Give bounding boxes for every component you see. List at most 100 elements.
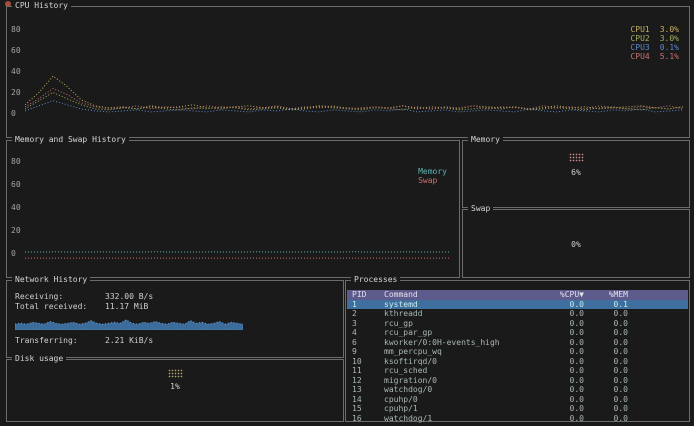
legend-label: CPU2 xyxy=(630,34,649,43)
command-cell: migration/0 xyxy=(384,376,534,386)
memory-swap-legend: Memory Swap xyxy=(418,167,447,185)
table-row[interactable]: 9mm_percpu_wq0.00.0 xyxy=(347,347,688,357)
cpu-cell: 0.0 xyxy=(538,414,584,424)
cpu-cell: 0.0 xyxy=(538,328,584,338)
y-axis-tick: 40 xyxy=(11,67,21,76)
legend-value: 0.1% xyxy=(660,43,679,52)
pid: 10 xyxy=(352,357,380,367)
memory-gauge-icon xyxy=(569,153,584,162)
y-axis-tick: 20 xyxy=(11,88,21,97)
cpu-cell: 0.0 xyxy=(538,366,584,376)
y-axis-tick: 40 xyxy=(11,203,21,212)
table-row[interactable]: 2 kthreadd 0.0 0.0 xyxy=(347,309,688,319)
command-cell: watchdog/0 xyxy=(384,385,534,395)
table-row[interactable]: 4rcu_par_gp0.00.0 xyxy=(347,328,688,338)
legend-value: 5.1% xyxy=(660,52,679,61)
pid: 9 xyxy=(352,347,380,357)
cpu-cell: 0.0 xyxy=(538,385,584,395)
total-received-label: Total received: xyxy=(15,302,105,311)
y-axis-tick: 60 xyxy=(11,46,21,55)
header-command[interactable]: Command xyxy=(384,290,534,300)
processes-panel: Processes PID Command %CPU▼ %MEM 1system… xyxy=(345,280,690,422)
command-cell: kthreadd xyxy=(384,309,534,319)
table-row[interactable]: 14cpuhp/00.00.0 xyxy=(347,395,688,405)
disk-gauge-icon xyxy=(168,369,183,378)
header-mem[interactable]: %MEM xyxy=(588,290,628,300)
table-row[interactable]: 11rcu_sched0.00.0 xyxy=(347,366,688,376)
legend-label: Memory xyxy=(418,167,447,176)
total-received-value: 11.17 MiB xyxy=(105,302,148,311)
disk-usage-panel: Disk usage 1% xyxy=(6,359,344,422)
process-table: PID Command %CPU▼ %MEM 1systemd0.00.12kt… xyxy=(347,290,688,423)
mem-cell: 0.0 xyxy=(588,414,628,424)
receiving-label: Receiving: xyxy=(15,292,105,301)
mem-cell: 0.0 xyxy=(588,328,628,338)
mem-cell: 0.0 xyxy=(588,366,628,376)
panel-title: Processes xyxy=(351,275,400,284)
header-pid[interactable]: PID xyxy=(352,290,380,300)
table-row[interactable]: 15cpuhp/10.00.0 xyxy=(347,404,688,414)
mem-cell: 0.0 xyxy=(588,319,628,329)
panel-title: Swap xyxy=(468,204,493,213)
mem-cell: 0.0 xyxy=(588,338,628,348)
command-cell: systemd xyxy=(384,300,534,310)
network-sparkline-chart xyxy=(15,313,243,330)
legend-value: 3.0% xyxy=(660,34,679,43)
system-monitor-screen: CPU History 80 60 40 20 0 CPU13.0% CPU23… xyxy=(0,0,694,426)
table-row[interactable]: 1 systemd 0.0 0.1 xyxy=(347,300,688,310)
table-row[interactable]: 12migration/00.00.0 xyxy=(347,376,688,386)
command-cell: rcu_sched xyxy=(384,366,534,376)
y-axis-tick: 80 xyxy=(11,25,21,34)
panel-title: Memory xyxy=(468,135,503,144)
table-row[interactable]: 16watchdog/10.00.0 xyxy=(347,414,688,424)
memory-gauge-panel: Memory 6% xyxy=(462,140,690,208)
cpu-cell: 0.0 xyxy=(538,319,584,329)
pid: 12 xyxy=(352,376,380,386)
pid: 2 xyxy=(352,309,380,319)
mem-cell: 0.0 xyxy=(588,347,628,357)
header-cpu-sort[interactable]: %CPU▼ xyxy=(538,290,584,300)
swap-usage-value: 0% xyxy=(463,240,689,249)
panel-title: Memory and Swap History xyxy=(12,135,129,144)
table-row[interactable]: 10ksoftirqd/00.00.0 xyxy=(347,357,688,367)
mem-cell: 0.0 xyxy=(588,357,628,367)
pid: 6 xyxy=(352,338,380,348)
mem-cell: 0.0 xyxy=(588,309,628,319)
pid: 15 xyxy=(352,404,380,414)
table-row[interactable]: 3rcu_gp0.00.0 xyxy=(347,319,688,329)
panel-title: Network History xyxy=(12,275,90,284)
table-row[interactable]: 13 watchdog/0 0.0 0.0 xyxy=(347,385,688,395)
pid: 1 xyxy=(352,300,380,310)
y-axis-tick: 20 xyxy=(11,226,21,235)
cpu-cell: 0.0 xyxy=(538,357,584,367)
mem-cell: 0.1 xyxy=(588,300,628,310)
process-rows: 1systemd0.00.12kthreadd0.00.03rcu_gp0.00… xyxy=(347,300,688,424)
cpu-history-panel: CPU History 80 60 40 20 0 CPU13.0% CPU23… xyxy=(6,6,690,138)
panel-title: Disk usage xyxy=(12,354,66,363)
pid: 13 xyxy=(352,385,380,395)
command-cell: cpuhp/0 xyxy=(384,395,534,405)
pid: 16 xyxy=(352,414,380,424)
transferring-value: 2.21 KiB/s xyxy=(105,336,153,345)
disk-usage-value: 1% xyxy=(7,382,343,391)
command-cell: kworker/0:0H-events_high xyxy=(384,338,534,348)
cpu-cell: 0.0 xyxy=(538,395,584,405)
legend-value: 3.0% xyxy=(660,25,679,34)
command-cell: rcu_gp xyxy=(384,319,534,329)
command-cell: cpuhp/1 xyxy=(384,404,534,414)
cpu-cell: 0.0 xyxy=(538,404,584,414)
cpu-history-chart xyxy=(25,25,683,115)
command-cell: rcu_par_gp xyxy=(384,328,534,338)
y-axis-tick: 80 xyxy=(11,157,21,166)
cpu-cell: 0.0 xyxy=(538,309,584,319)
pid: 14 xyxy=(352,395,380,405)
cpu-cell: 0.0 xyxy=(538,300,584,310)
y-axis-tick: 60 xyxy=(11,180,21,189)
table-row[interactable]: 6kworker/0:0H-events_high0.00.0 xyxy=(347,338,688,348)
receiving-value: 332.00 B/s xyxy=(105,292,153,301)
legend-label: CPU4 xyxy=(630,52,649,61)
cpu-cell: 0.0 xyxy=(538,347,584,357)
cpu-cell: 0.0 xyxy=(538,376,584,386)
mem-cell: 0.0 xyxy=(588,385,628,395)
swap-gauge-panel: Swap 0% xyxy=(462,209,690,278)
